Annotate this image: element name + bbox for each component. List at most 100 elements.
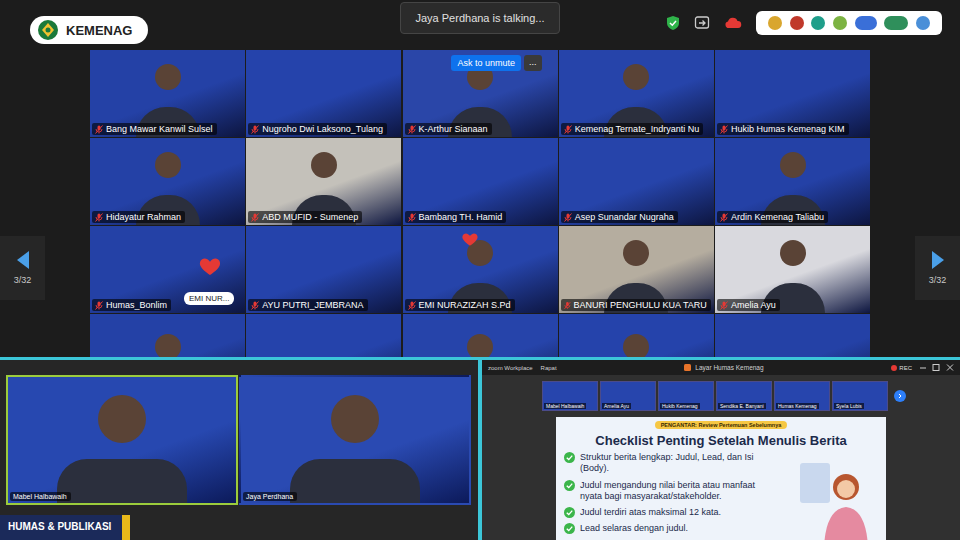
mic-muted-icon — [95, 125, 103, 134]
participant-gallery: Bang Mawar Kanwil Sulsel Nugroho Dwi Laks… — [90, 50, 870, 357]
participant-tile[interactable]: Bambang TH. Hamid — [403, 138, 558, 225]
cloud-recording-icon[interactable] — [724, 16, 742, 30]
mic-muted-icon — [720, 125, 728, 134]
participant-tile[interactable]: Nugroho Dwi Laksono_Tulang — [246, 50, 401, 137]
left-arrow-icon — [17, 251, 29, 269]
mic-muted-icon — [564, 213, 572, 222]
heart-reaction-icon — [198, 254, 222, 278]
right-arrow-icon — [932, 251, 944, 269]
participant-tile[interactable]: Bang Mawar Kanwil Sulsel — [90, 50, 245, 137]
participant-tile[interactable]: Amelia Ayu — [715, 226, 870, 313]
check-icon — [564, 523, 575, 534]
ask-to-unmute-button[interactable]: Ask to unmute — [451, 55, 521, 71]
shield-icon[interactable] — [666, 15, 680, 31]
participant-tile[interactable] — [559, 314, 714, 357]
participant-tile[interactable]: EMI NUR... Humas_Bonlim — [90, 226, 245, 313]
mic-muted-icon — [564, 301, 571, 310]
mic-muted-icon — [251, 301, 259, 310]
partner-logo-icon — [790, 16, 804, 30]
partner-logo-icon — [811, 16, 825, 30]
participant-name: Kemenag Ternate_Indryanti Nu — [561, 123, 703, 135]
thumbnail-tile[interactable]: Mabel Halbawaih — [542, 381, 598, 411]
record-dot-icon — [891, 365, 897, 371]
checklist-item: Struktur berita lengkap: Judul, Lead, da… — [564, 452, 779, 475]
participant-name: Humas_Bonlim — [92, 299, 171, 311]
program-banner: HUMAS & PUBLIKASI — [0, 515, 130, 540]
participant-tile[interactable]: AYU PUTRI_JEMBRANA — [246, 226, 401, 313]
participant-tile[interactable] — [715, 314, 870, 357]
partner-logo-icon — [833, 16, 847, 30]
check-icon — [564, 452, 575, 463]
top-bar: KEMENAGJaya Perdhana is talking... — [0, 0, 960, 50]
mic-muted-icon — [720, 301, 728, 310]
mic-muted-icon — [251, 213, 259, 222]
gallery-area: 3/32 Bang Mawar Kanwil Sulsel Nugroho Dwi … — [0, 50, 960, 357]
participant-tile[interactable]: Hidayatur Rahman — [90, 138, 245, 225]
speaker-body — [57, 459, 187, 503]
kemenag-logo-icon — [38, 20, 58, 40]
previous-page-button[interactable]: 3/32 — [0, 236, 45, 300]
thumbnail-name: Amelia Ayu — [602, 403, 631, 409]
participant-tile[interactable]: ABD MUFID - Sumenep — [246, 138, 401, 225]
participant-name: Bang Mawar Kanwil Sulsel — [92, 123, 217, 135]
participant-video — [155, 152, 181, 178]
partner-logo-icon — [916, 16, 930, 30]
mic-muted-icon — [95, 213, 103, 222]
checklist-item: Lead selaras dengan judul. — [564, 523, 779, 534]
thumbnail-name: Mabel Halbawaih — [544, 403, 586, 409]
checklist-item: Judul mengandung nilai berita atau manfa… — [564, 480, 779, 503]
participant-name: ABD MUFID - Sumenep — [248, 211, 362, 223]
thumbnail-tile[interactable]: Hukib Kemenag — [658, 381, 714, 411]
participant-name: Asep Sunandar Nugraha — [561, 211, 678, 223]
thumbnail-name: Sendika E. Banyani — [718, 403, 766, 409]
participant-tile[interactable] — [90, 314, 245, 357]
participant-tile[interactable]: Kemenag Ternate_Indryanti Nu — [559, 50, 714, 137]
participant-tile[interactable]: BANURI PENGHULU KUA TARU — [559, 226, 714, 313]
speaker-tile[interactable]: Jaya Perdhana — [239, 375, 471, 505]
presentation-slide: PENGANTAR: Review Pertemuan SebelumnyaCh… — [556, 417, 886, 540]
reaction — [198, 254, 222, 278]
thumbnail-tile[interactable]: Sendika E. Banyani — [716, 381, 772, 411]
participant-name: Bambang TH. Hamid — [405, 211, 507, 223]
recording-indicator: REC — [891, 365, 912, 371]
mic-muted-icon — [408, 125, 416, 134]
meeting-name: Rapat — [541, 365, 557, 371]
mic-muted-icon — [408, 301, 416, 310]
heart-reaction-icon — [461, 230, 479, 248]
check-icon — [564, 480, 575, 491]
window-controls-icon[interactable] — [920, 364, 954, 371]
participant-tile[interactable]: EMI NURAZIZAH S.Pd — [403, 226, 558, 313]
woman-illustration-icon — [796, 457, 876, 540]
partner-logo-icon — [768, 16, 782, 30]
participant-tile[interactable]: Asep Sunandar Nugraha — [559, 138, 714, 225]
mic-muted-icon — [408, 213, 416, 222]
next-page-button[interactable]: 3/32 — [915, 236, 960, 300]
checklist-item: Judul terdiri atas maksimal 12 kata. — [564, 507, 779, 518]
thumbnail-tile[interactable]: Humas Kemenag — [774, 381, 830, 411]
share-screen-icon[interactable] — [694, 15, 710, 31]
speaker-video — [98, 395, 146, 443]
thumbnail-name: Syela Lubis — [834, 403, 864, 409]
next-thumbnails-button[interactable] — [894, 390, 906, 402]
reaction-sender: EMI NUR... — [184, 292, 234, 305]
thumbnail-tile[interactable]: Amelia Ayu — [600, 381, 656, 411]
participant-tile[interactable]: Ask to unmute...K-Arthur Sianaan — [403, 50, 558, 137]
participant-tile[interactable] — [403, 314, 558, 357]
speaker-body — [290, 459, 420, 503]
speaker-video — [331, 395, 379, 443]
thumbnail-tile[interactable]: Syela Lubis — [832, 381, 888, 411]
participant-tile[interactable]: Ardin Kemenag Taliabu — [715, 138, 870, 225]
shared-screen: zoom WorkplaceRapatLayar Humas KemenagRE… — [482, 360, 960, 540]
participant-video — [780, 152, 806, 178]
more-button[interactable]: ... — [524, 55, 542, 71]
participant-video — [623, 64, 649, 90]
participant-tile[interactable]: Hukib Humas Kemenag KIM — [715, 50, 870, 137]
partner-logos — [756, 11, 942, 35]
speaker-tile[interactable]: Mabel Halbawaih — [6, 375, 238, 505]
speaker-name: Jaya Perdhana — [243, 492, 297, 501]
thumbnail-name: Humas Kemenag — [776, 403, 819, 409]
participant-tile[interactable] — [246, 314, 401, 357]
participant-video — [623, 334, 649, 357]
zoom-title-bar: zoom WorkplaceRapatLayar Humas KemenagRE… — [482, 360, 960, 375]
partner-logo-icon — [884, 16, 908, 30]
